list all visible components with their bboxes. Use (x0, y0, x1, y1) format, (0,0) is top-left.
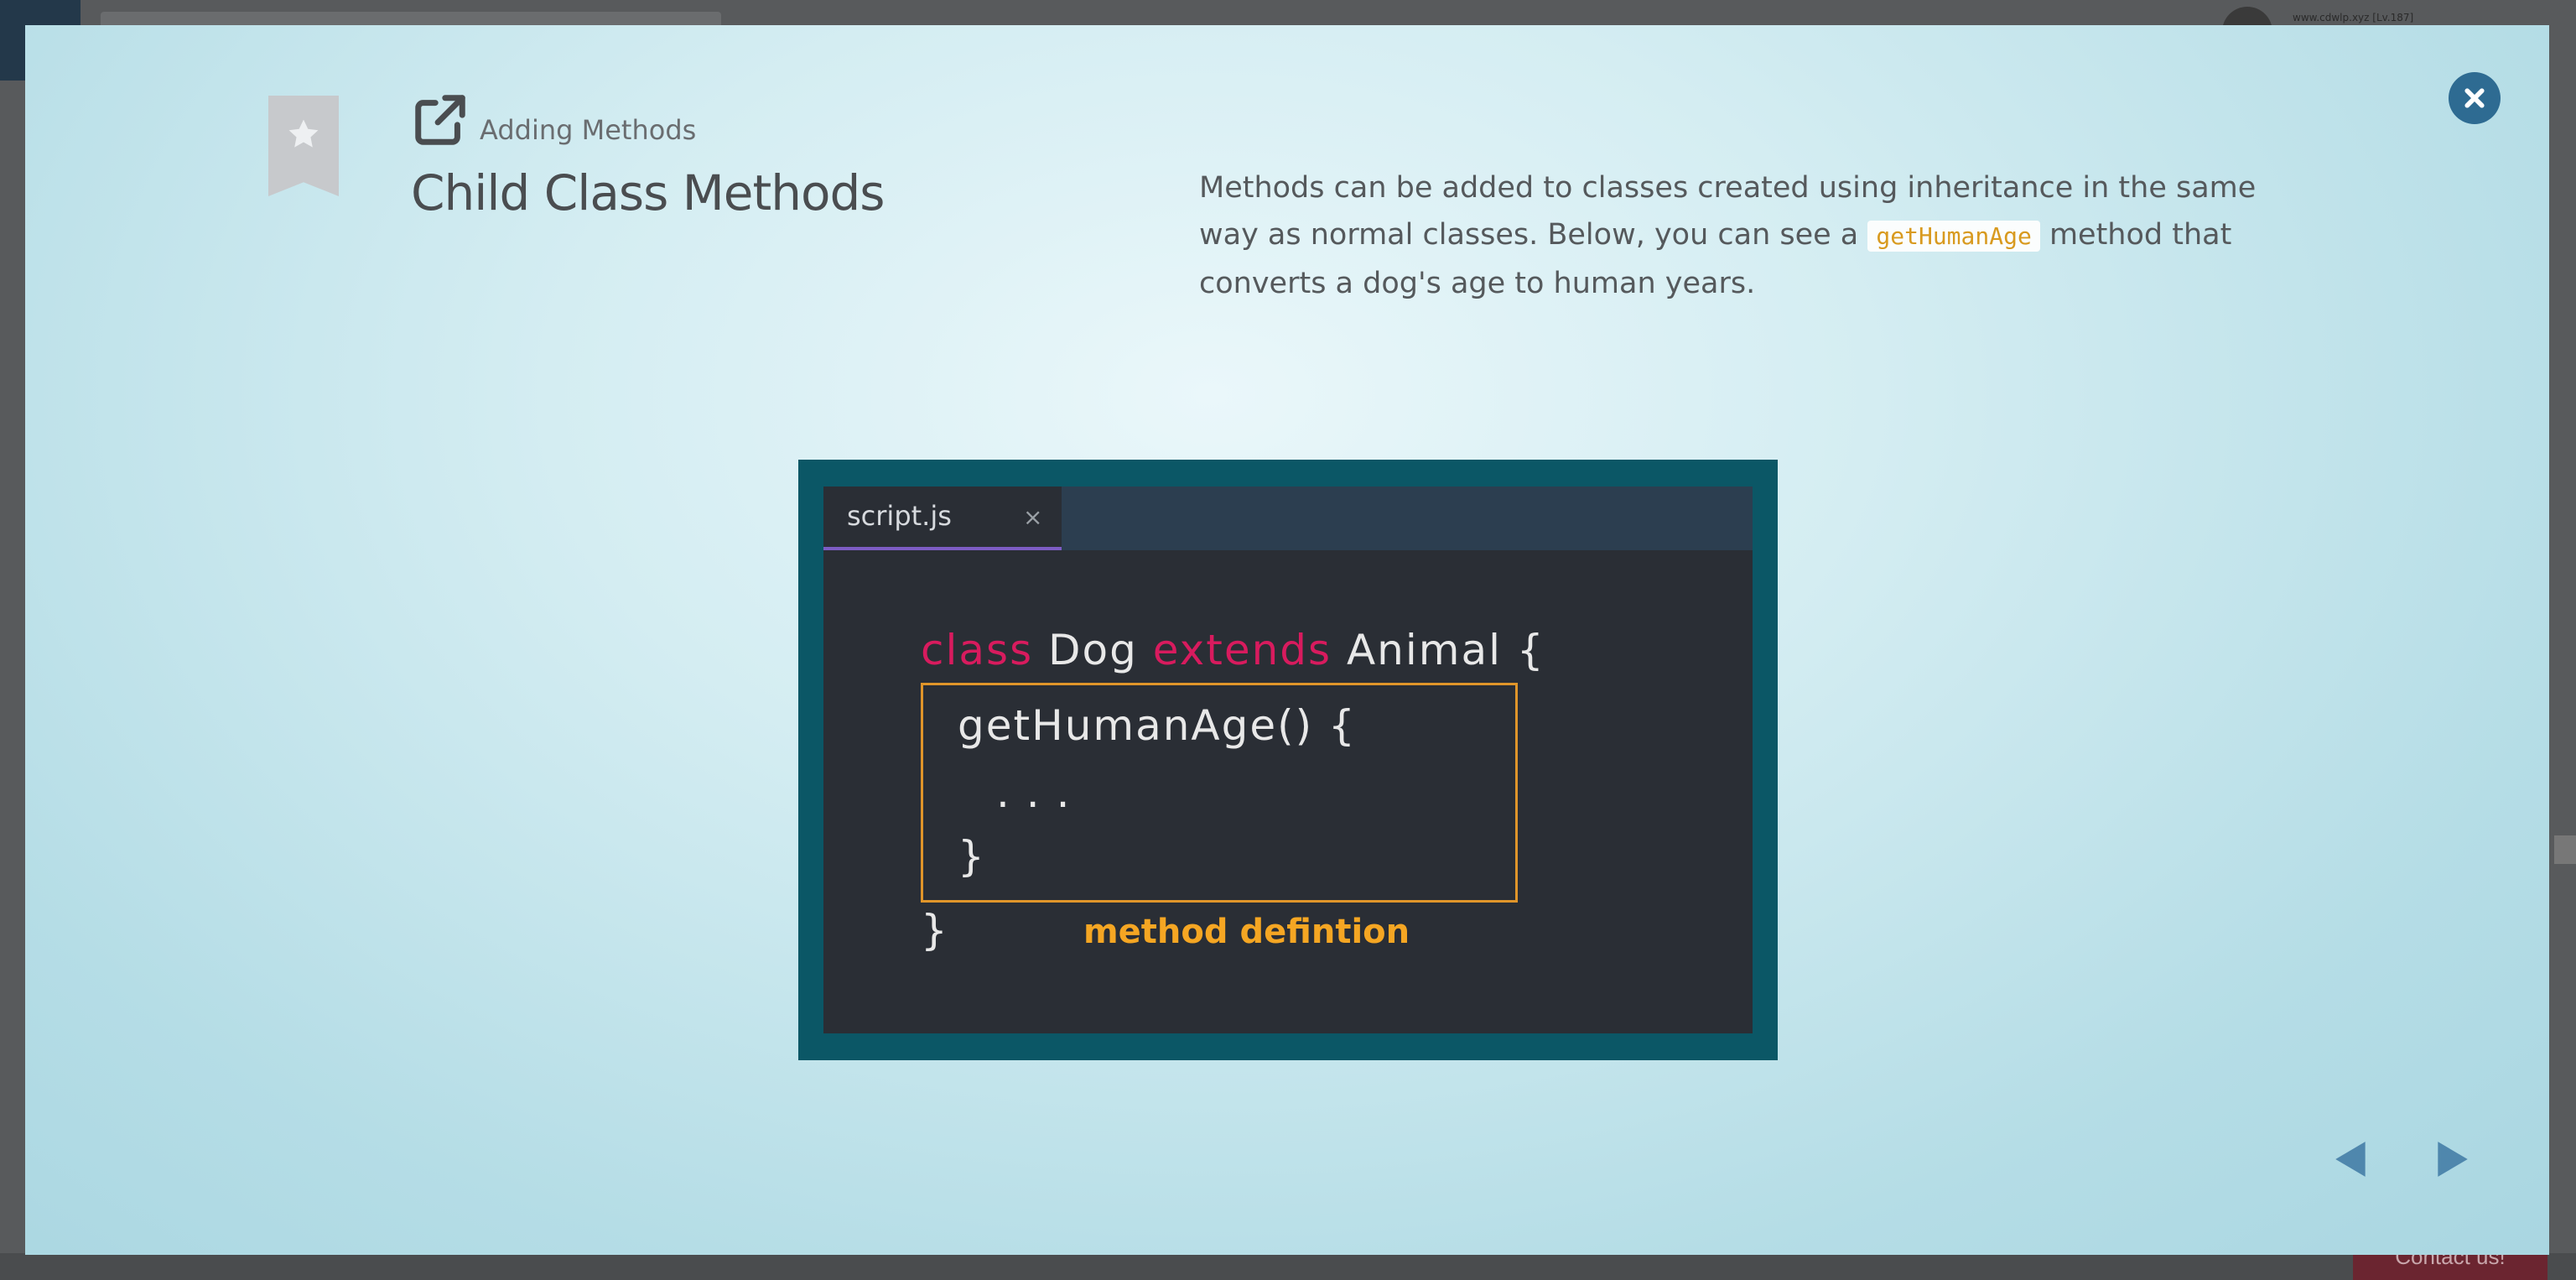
next-button[interactable] (2427, 1134, 2477, 1184)
inline-code: getHumanAge (1867, 221, 2040, 252)
editor-tab-bar: script.js × (823, 487, 1753, 550)
parent-class: Animal { (1332, 626, 1545, 674)
code-line-5: } (921, 906, 949, 955)
tab-label: script.js (847, 500, 952, 532)
tab-close-icon: × (1023, 503, 1043, 531)
code-editor: script.js × class Dog extends Animal { g… (823, 487, 1753, 1033)
star-icon (288, 119, 319, 148)
previous-button[interactable] (2326, 1134, 2376, 1184)
bottom-strip (0, 1253, 2576, 1280)
description: Methods can be added to classes created … (1199, 164, 2298, 307)
class-name: Dog (1033, 626, 1153, 674)
section-label: Adding Methods (480, 114, 697, 146)
keyword-class: class (921, 626, 1034, 674)
code-line-4: } (958, 832, 986, 881)
code-line-2: getHumanAge() { (958, 701, 1357, 750)
close-button[interactable] (2449, 72, 2501, 124)
annotation-label: method defintion (1083, 913, 1410, 951)
lesson-modal: Adding Methods Child Class Methods Metho… (25, 25, 2549, 1255)
arrow-left-icon (2335, 1142, 2366, 1177)
code-illustration: script.js × class Dog extends Animal { g… (798, 460, 1778, 1060)
bookmark-button[interactable] (268, 96, 339, 196)
close-icon (2464, 88, 2485, 108)
page-title: Child Class Methods (411, 164, 886, 221)
user-label: www.cdwlp.xyz [Lv.187] (2293, 12, 2414, 23)
keyword-extends: extends (1152, 626, 1332, 674)
code-line-1: class Dog extends Animal { (921, 626, 1545, 674)
tab-script-js: script.js × (823, 487, 1062, 550)
external-link-icon (415, 95, 465, 145)
arrow-right-icon (2438, 1142, 2468, 1177)
scrollbar-thumb (2554, 835, 2576, 864)
code-line-3: . . . (996, 768, 1072, 817)
section-kicker: Adding Methods (411, 91, 696, 149)
